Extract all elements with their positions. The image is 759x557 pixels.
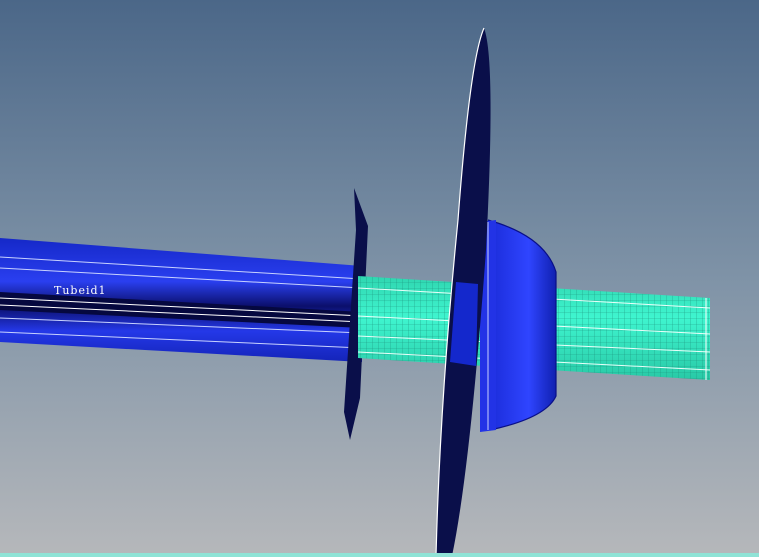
3d-viewport[interactable]: Tubeid1 <box>0 0 759 557</box>
tube-id-label[interactable]: Tubeid1 <box>54 284 107 297</box>
model-canvas[interactable]: Tubeid1 <box>0 0 759 557</box>
viewport-bottom-border <box>0 553 759 557</box>
cap-part[interactable] <box>480 219 557 432</box>
